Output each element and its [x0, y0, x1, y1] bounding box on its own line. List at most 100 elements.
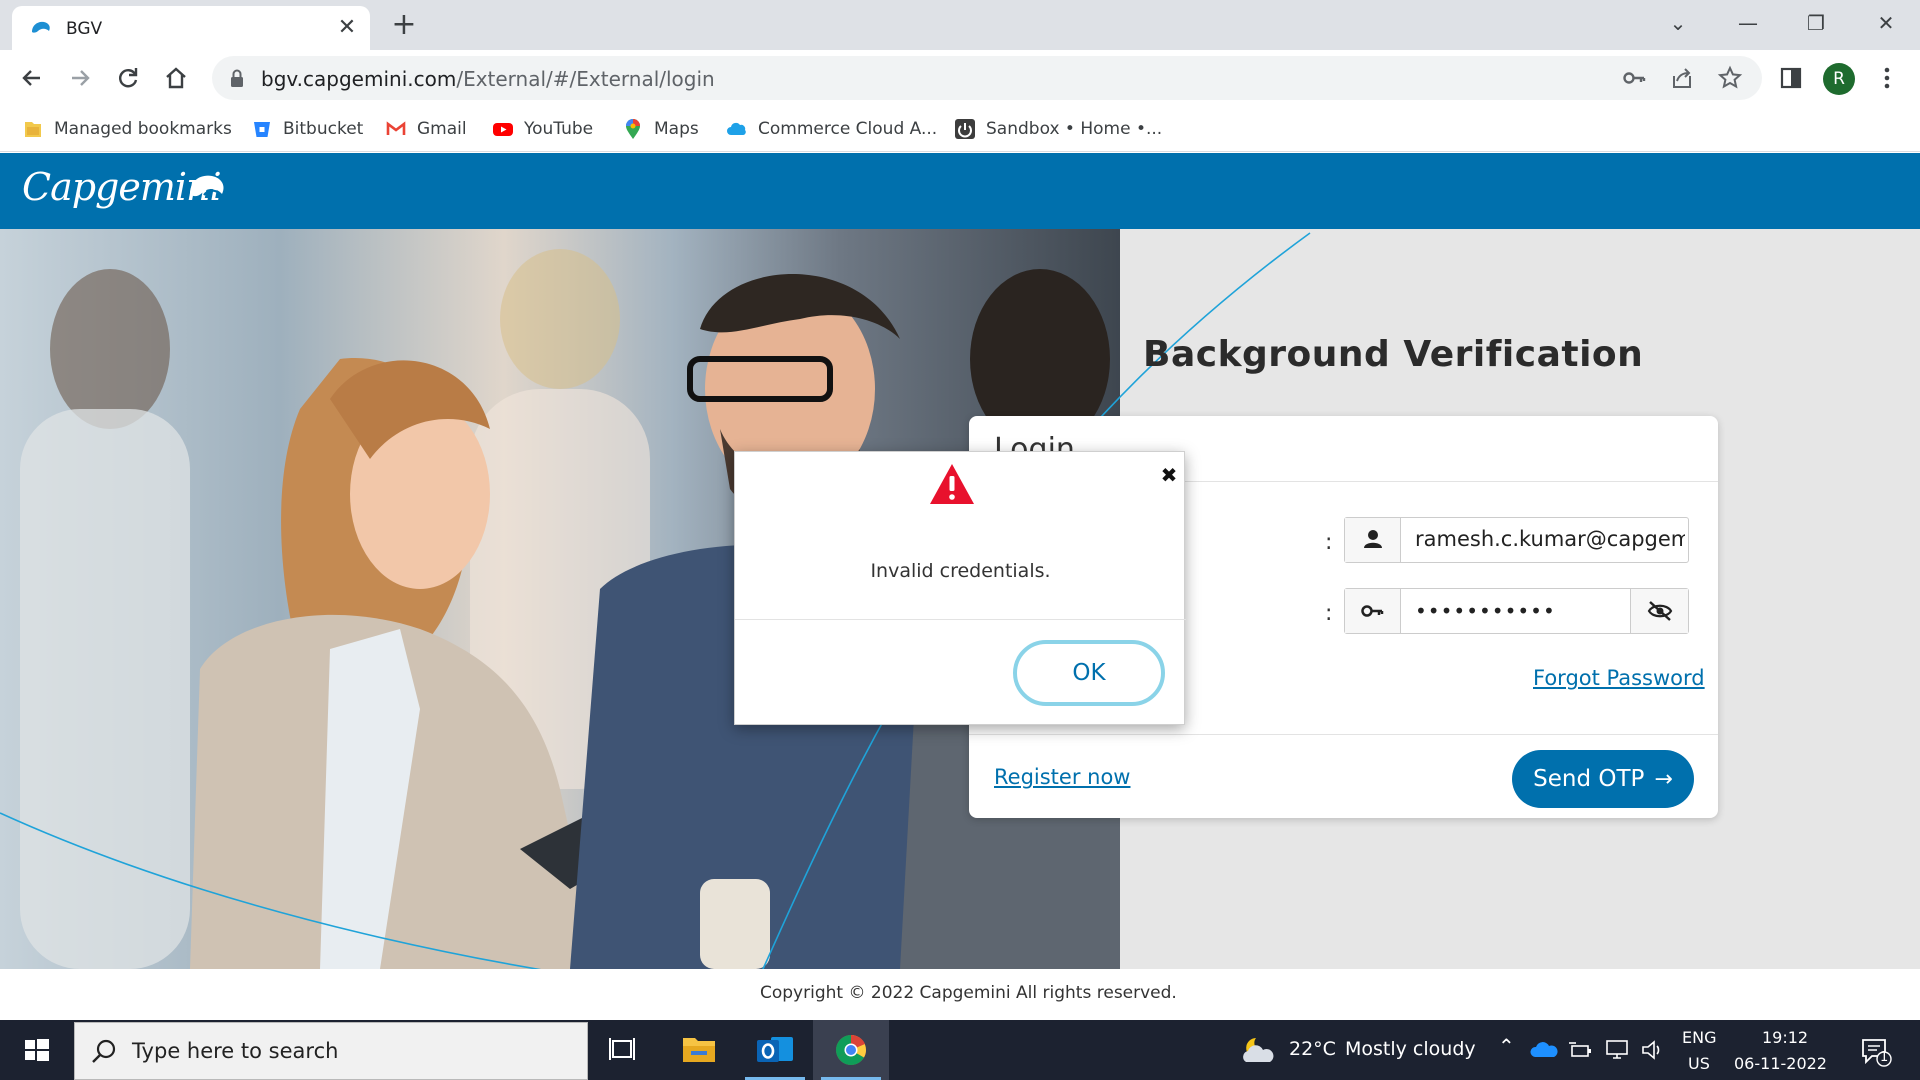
home-icon	[166, 67, 186, 89]
lock-icon[interactable]	[228, 68, 246, 88]
bookmark-label: Gmail	[417, 119, 467, 139]
reload-button[interactable]	[110, 60, 146, 96]
url-host: bgv.capgemini.com	[261, 67, 457, 91]
reload-icon	[119, 68, 138, 88]
outlook-icon	[757, 1037, 793, 1062]
copyright-text: Copyright © 2022 Capgemini All rights re…	[760, 983, 1177, 1003]
browser-toolbar: bgv.capgemini.com/External/#/External/lo…	[0, 50, 1920, 106]
bitbucket-icon	[254, 122, 270, 137]
send-otp-label: Send OTP	[1533, 766, 1645, 792]
new-tab-button[interactable]: +	[388, 10, 420, 42]
dialog-message: Invalid credentials.	[870, 560, 1051, 582]
forward-button[interactable]	[62, 60, 98, 96]
close-window-button[interactable]: ✕	[1866, 8, 1906, 38]
browser-tab-bgv[interactable]: BGV ✕	[12, 6, 370, 50]
user-addon	[1345, 518, 1401, 562]
chrome-icon	[835, 1034, 866, 1066]
show-hidden-icons-chevron-icon[interactable]: ⌃	[1498, 1034, 1515, 1058]
language-bottom[interactable]: US	[1688, 1054, 1710, 1073]
battery-plug-icon[interactable]	[1568, 1040, 1594, 1060]
folder-icon	[25, 122, 41, 137]
bookmark-star-icon[interactable]	[1716, 64, 1744, 92]
url-text: bgv.capgemini.com/External/#/External/lo…	[261, 67, 715, 91]
page-title: Background Verification	[1143, 334, 1644, 375]
weather-cloud-moon-icon[interactable]	[1236, 1032, 1280, 1068]
gmail-icon	[386, 121, 406, 135]
key-icon	[1361, 605, 1384, 617]
restore-button[interactable]: ❐	[1796, 8, 1836, 38]
arrow-left-icon	[22, 70, 40, 86]
password-value[interactable]: •••••••••••	[1415, 599, 1625, 623]
user-icon	[1364, 530, 1382, 548]
onedrive-cloud-icon[interactable]	[1530, 1040, 1558, 1060]
register-now-link[interactable]: Register now	[994, 765, 1130, 789]
capgemini-favicon-icon	[32, 21, 50, 33]
windows-logo-icon	[25, 1039, 49, 1061]
username-field[interactable]: ramesh.c.kumar@capgemini.com	[1344, 517, 1689, 563]
volume-icon[interactable]	[1640, 1038, 1666, 1062]
bookmark-label: Maps	[654, 119, 699, 139]
bookmark-label: YouTube	[524, 119, 594, 139]
minimize-button[interactable]: —	[1728, 8, 1768, 38]
temperature[interactable]: 22°C	[1289, 1038, 1336, 1060]
page-footer: Copyright © 2022 Capgemini All rights re…	[0, 969, 1920, 1020]
outlook-button[interactable]	[737, 1020, 813, 1080]
key-addon	[1345, 589, 1401, 633]
profile-avatar[interactable]: R	[1823, 63, 1855, 95]
forgot-password-link[interactable]: Forgot Password	[1533, 666, 1705, 690]
browser-tabstrip: BGV ✕ + ⌄ — ❐ ✕	[0, 0, 1920, 50]
arrow-right-icon	[72, 70, 90, 86]
capgemini-spade-icon	[190, 175, 224, 197]
notification-count: 1	[1880, 1050, 1889, 1065]
task-view-button[interactable]	[585, 1020, 661, 1080]
dialog-close-icon[interactable]: ✖	[1158, 464, 1180, 486]
chrome-button[interactable]	[813, 1020, 889, 1080]
warning-triangle-icon	[930, 464, 974, 504]
search-placeholder: Type here to search	[132, 1039, 339, 1063]
weather-status[interactable]: Mostly cloudy	[1345, 1038, 1476, 1060]
bookmark-label: Bitbucket	[283, 119, 364, 139]
tab-search-chevron-icon[interactable]: ⌄	[1658, 8, 1698, 38]
bookmark-maps[interactable]: Maps	[622, 114, 699, 144]
dialog-divider	[735, 619, 1186, 620]
language-top[interactable]: ENG	[1682, 1028, 1716, 1047]
bookmark-commerce-cloud[interactable]: Commerce Cloud A...	[726, 114, 937, 144]
username-colon: :	[1325, 530, 1333, 555]
login-footer: Register now Send OTP →	[969, 734, 1718, 818]
bookmark-youtube[interactable]: YouTube	[492, 114, 593, 144]
maps-icon	[626, 119, 640, 139]
back-button[interactable]	[14, 60, 50, 96]
tab-close-icon[interactable]: ✕	[334, 15, 360, 41]
side-panel-icon[interactable]	[1775, 62, 1807, 94]
file-explorer-button[interactable]	[661, 1020, 737, 1080]
password-key-icon[interactable]	[1620, 64, 1648, 92]
bookmark-sandbox[interactable]: Sandbox • Home •...	[954, 114, 1162, 144]
ok-button[interactable]: OK	[1013, 640, 1165, 706]
bookmark-label: Commerce Cloud A...	[758, 119, 938, 139]
more-vert-icon[interactable]	[1872, 62, 1902, 94]
taskbar-search-input[interactable]: Type here to search	[74, 1022, 588, 1080]
bookmark-gmail[interactable]: Gmail	[385, 114, 467, 144]
home-button[interactable]	[158, 60, 194, 96]
password-colon: :	[1325, 601, 1333, 626]
error-dialog: ✖ Invalid credentials. OK	[734, 451, 1186, 725]
password-field[interactable]: •••••••••••	[1344, 588, 1689, 634]
bookmark-bitbucket[interactable]: Bitbucket	[251, 114, 363, 144]
share-icon[interactable]	[1668, 64, 1696, 92]
toggle-password-button[interactable]	[1630, 589, 1688, 633]
bookmark-managed[interactable]: Managed bookmarks	[22, 114, 232, 144]
network-icon[interactable]	[1604, 1038, 1632, 1062]
clock-date[interactable]: 06-11-2022	[1734, 1054, 1827, 1073]
folder-icon	[683, 1038, 715, 1062]
username-value[interactable]: ramesh.c.kumar@capgemini.com	[1415, 527, 1685, 551]
task-view-icon	[609, 1038, 635, 1060]
clock-time[interactable]: 19:12	[1762, 1028, 1808, 1047]
bookmarks-bar: Managed bookmarks Bitbucket Gmail YouTub…	[0, 106, 1920, 152]
youtube-icon	[493, 123, 513, 136]
url-path: /External/#/External/login	[456, 67, 715, 91]
send-otp-button[interactable]: Send OTP →	[1512, 750, 1694, 808]
address-bar[interactable]: bgv.capgemini.com/External/#/External/lo…	[212, 56, 1762, 100]
start-button[interactable]	[0, 1020, 72, 1080]
ok-label: OK	[1072, 660, 1106, 686]
tab-title: BGV	[66, 19, 103, 39]
